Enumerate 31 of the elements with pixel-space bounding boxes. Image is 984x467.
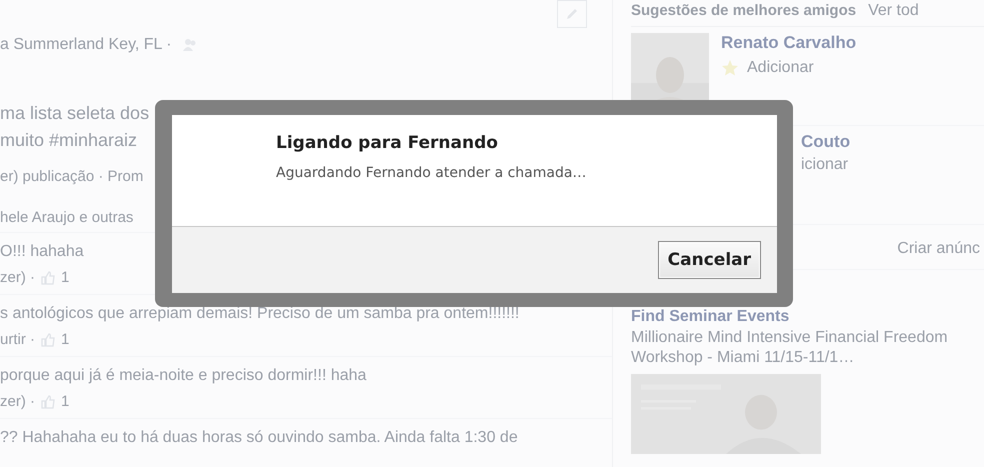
friend-name[interactable]: Renato Carvalho <box>721 33 856 53</box>
post-meta: er) publicação · Prom <box>0 168 144 185</box>
thumbs-up-icon <box>41 332 55 346</box>
see-all-link[interactable]: Ver tod <box>868 2 919 20</box>
ad-title[interactable]: Find Seminar Events <box>631 308 790 326</box>
add-link[interactable]: icionar <box>801 156 850 174</box>
friend-name[interactable]: Couto <box>801 132 850 152</box>
create-ad-link[interactable]: Criar anúnc <box>897 240 980 258</box>
comment-text: O!!! hahaha <box>0 243 85 261</box>
comment-meta: urtir · <box>0 331 35 348</box>
like-count: 1 <box>61 269 70 286</box>
dialog-message: Aguardando Fernando atender a chamada… <box>276 165 588 181</box>
add-link[interactable]: Adicionar <box>747 59 814 77</box>
location-text: a Summerland Key, FL · <box>0 36 172 54</box>
dialog-title: Ligando para Fernando <box>276 133 499 153</box>
star-icon <box>721 59 739 77</box>
suggestions-title: Sugestões de melhores amigos <box>631 2 856 19</box>
comment-text: s antológicos que arrepiam demais! Preciso de um samba pra ontem!!!!!!! <box>0 305 520 323</box>
thumbs-up-icon <box>41 394 55 408</box>
likes-summary: hele Araujo e outras <box>0 209 134 226</box>
comment-text: porque aqui já é meia-noite e preciso dormir!!! haha <box>0 367 368 385</box>
ad-description: Millionaire Mind Intensive Financial Freedom Workshop - Miami 11/15-11/1… <box>631 328 949 368</box>
comment-meta: zer) · <box>0 269 35 286</box>
thumbs-up-icon <box>41 270 55 284</box>
post-text: ma lista seleta dos <box>0 102 150 125</box>
comment-text: ?? Hahahaha eu to há duas horas só ouvindo samba. Ainda falta 1:30 de <box>0 429 519 447</box>
cancel-button[interactable]: Cancelar <box>658 241 761 279</box>
like-count: 1 <box>61 331 70 348</box>
like-count: 1 <box>61 393 70 410</box>
comment-meta: zer) · <box>0 393 35 410</box>
post-text: muito #minharaiz <box>0 129 138 152</box>
